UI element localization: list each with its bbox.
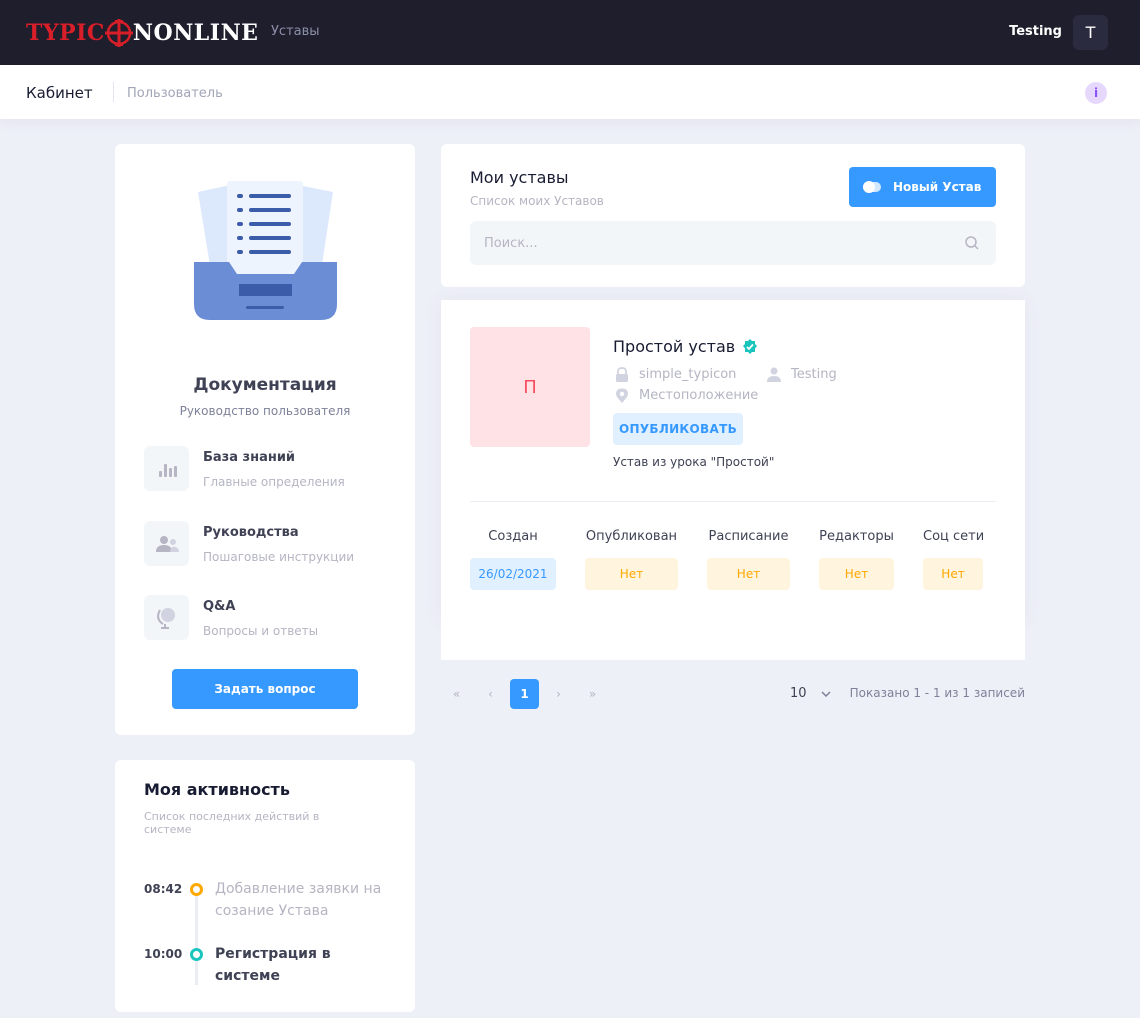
documentation-subtitle: Руководство пользователя [179, 404, 351, 418]
subheader: Кабинет Пользователь i [0, 65, 1140, 119]
typicon-system-name: simple_typicon [615, 367, 736, 382]
timeline-dot-success-icon [190, 948, 203, 961]
search-box [470, 221, 996, 265]
records-summary: Показано 1 - 1 из 1 записей [849, 686, 1025, 700]
typicon-name[interactable]: Простой устав [613, 337, 735, 356]
stat-label: Создан [488, 529, 538, 544]
timeline-time: 10:00 [144, 947, 183, 961]
logo-text-part1: TYPIC [26, 20, 105, 46]
location-pin-icon [616, 388, 628, 403]
ask-question-button[interactable]: Задать вопрос [172, 669, 358, 709]
page-button[interactable]: 1 [510, 679, 539, 709]
divider [470, 501, 996, 502]
chevron-down-icon [821, 690, 831, 697]
next-page-icon[interactable]: › [544, 679, 573, 709]
search-input[interactable] [470, 221, 940, 265]
verified-badge-icon [743, 338, 758, 354]
new-ustav-label: Новый Устав [893, 180, 982, 194]
typicon-card: П Простой устав simple_typicon Testing М… [441, 300, 1025, 622]
lock-icon [616, 367, 628, 382]
section-subtitle: Список моих Уставов [470, 194, 604, 208]
stat-value: Нет [923, 558, 983, 590]
list-footer-strip [441, 622, 1025, 660]
prev-page-icon[interactable]: ‹ [476, 679, 505, 709]
stat-label: Редакторы [819, 529, 894, 544]
doc-item-subtitle: Главные определения [203, 475, 345, 489]
subheader-divider [113, 82, 114, 102]
nav-link-ustavy[interactable]: Уставы [271, 24, 320, 39]
stat-editors: Редакторы Нет [819, 529, 894, 590]
chart-bars-icon [144, 446, 189, 491]
stat-value: Нет [585, 558, 678, 590]
timeline-dot-warning-icon [190, 883, 203, 896]
documentation-card: Документация Руководство пользователя Ба… [115, 144, 415, 735]
typicon-thumbnail[interactable]: П [470, 327, 590, 447]
user-icon [767, 367, 781, 382]
stat-created: Создан 26/02/2021 [470, 529, 556, 590]
doc-item-guides[interactable]: Руководства Пошаговые инструкции [144, 521, 394, 567]
doc-item-title: База знаний [203, 450, 296, 465]
per-page-select[interactable]: 10 [790, 686, 831, 701]
documentation-title: Документация [193, 375, 337, 395]
system-name-text: simple_typicon [639, 367, 737, 382]
documents-tray-illustration [194, 181, 337, 320]
stat-value: Нет [707, 558, 790, 590]
my-ustavy-card: Мои уставы Список моих Уставов Новый Уст… [441, 144, 1025, 287]
section-title: Мои уставы [470, 168, 569, 187]
timeline-time: 08:42 [144, 882, 183, 896]
last-page-icon[interactable]: » [578, 679, 607, 709]
doc-item-knowledge-base[interactable]: База знаний Главные определения [144, 446, 394, 492]
typicon-owner: Testing [767, 367, 837, 382]
stat-published: Опубликован Нет [585, 529, 678, 590]
globe-icon [144, 595, 189, 640]
typicon-location: Местоположение [615, 388, 758, 403]
typicon-name-row: Простой устав [613, 337, 759, 356]
timeline-text: Добавление заявки на созание Устава [215, 881, 382, 919]
search-icon[interactable] [964, 235, 980, 251]
stat-social: Соц сети Нет [923, 529, 985, 590]
stat-label: Опубликован [585, 529, 678, 544]
breadcrumb[interactable]: Пользователь [127, 86, 223, 101]
typicon-description: Устав из урока "Простой" [613, 455, 775, 469]
doc-item-title: Q&A [203, 599, 236, 614]
doc-item-qa[interactable]: Q&A Вопросы и ответы [144, 595, 394, 641]
activity-subtitle: Список последних действий в системе [144, 810, 320, 836]
users-icon [144, 521, 189, 566]
logo-cross-icon [104, 19, 133, 47]
user-name[interactable]: Testing [1009, 24, 1062, 39]
activity-card: Моя активность Список последних действий… [115, 760, 415, 1012]
new-ustav-button[interactable]: Новый Устав [849, 167, 996, 207]
stat-label: Расписание [708, 529, 789, 544]
stat-value: Нет [819, 558, 894, 590]
stat-schedule: Расписание Нет [707, 529, 790, 590]
owner-text[interactable]: Testing [791, 367, 837, 382]
doc-item-subtitle: Вопросы и ответы [203, 624, 319, 638]
top-header: TYPIC NONLINE Уставы Testing T [0, 0, 1140, 65]
publish-button[interactable]: ОПУБЛИКОВАТЬ [613, 413, 743, 445]
logo[interactable]: TYPIC NONLINE [26, 17, 258, 49]
activity-title: Моя активность [144, 780, 290, 799]
page-title: Кабинет [26, 84, 93, 102]
stat-label: Соц сети [923, 529, 985, 544]
stat-value: 26/02/2021 [470, 558, 556, 590]
doc-item-title: Руководства [203, 525, 299, 540]
timeline-text: Регистрация в системе [215, 946, 331, 984]
user-avatar[interactable]: T [1073, 15, 1108, 50]
per-page-value: 10 [790, 686, 807, 701]
logo-text-part2: NONLINE [132, 20, 259, 46]
doc-item-subtitle: Пошаговые инструкции [203, 550, 355, 564]
location-text: Местоположение [639, 388, 759, 403]
first-page-icon[interactable]: « [442, 679, 471, 709]
toggle-icon [863, 181, 881, 193]
timeline-line [195, 890, 198, 985]
info-icon[interactable]: i [1085, 82, 1107, 104]
